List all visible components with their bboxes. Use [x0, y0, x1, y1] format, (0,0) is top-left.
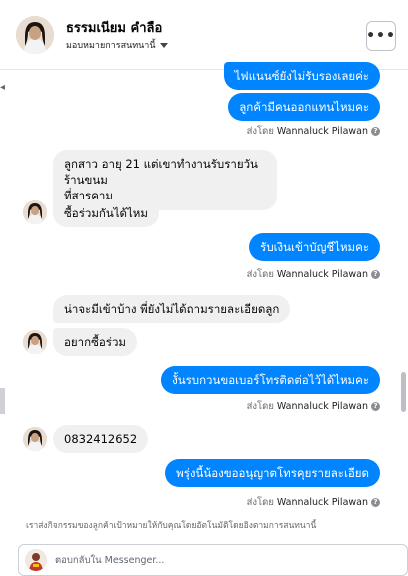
info-icon[interactable]: ? [371, 270, 380, 279]
outgoing-message: ลูกค้ามีคนออกแทนไหมคะ [228, 93, 380, 121]
chevron-down-icon [159, 42, 168, 48]
info-icon[interactable]: ? [371, 402, 380, 411]
scrollbar-thumb[interactable] [401, 372, 406, 412]
reply-composer[interactable] [18, 544, 408, 576]
page-avatar [25, 549, 47, 571]
left-arrow-icon[interactable]: ◂ [0, 82, 5, 93]
outgoing-message: ไฟแนนซ์ยังไม่รับรองเลยค่ะ [223, 62, 380, 90]
left-panel-handle[interactable] [0, 388, 5, 414]
sent-by-label: ส่งโดย Wannaluck Pilawan ? [247, 124, 380, 139]
sent-by-label: ส่งโดย Wannaluck Pilawan ? [247, 495, 380, 510]
assign-label: มอบหมายการสนทนานี้ [66, 41, 156, 51]
outgoing-message: งั้นรบกวนขอเบอร์โทรติดต่อไว้ได้ไหมคะ [161, 366, 380, 394]
conversation-header: ธรรมเนียม คำลือ มอบหมายการสนทนานี้ ••• [0, 0, 408, 70]
more-dots-icon: ••• [366, 28, 396, 44]
contact-avatar[interactable] [16, 16, 54, 54]
contact-avatar-small [23, 200, 47, 224]
lead-activity-note: เราส่งกิจกรรมของลูกค้าเป้าหมายให้กับคุณโ… [26, 521, 317, 531]
contact-avatar-small [23, 427, 47, 451]
sent-by-label: ส่งโดย Wannaluck Pilawan ? [247, 399, 380, 414]
outgoing-message: รับเงินเข้าบัญชีไหมคะ [249, 233, 380, 261]
incoming-message: 0832412652 [53, 425, 149, 453]
info-icon[interactable]: ? [371, 127, 380, 136]
reply-input[interactable] [55, 545, 395, 575]
incoming-message: น่าจะมีเข้าบ้าง พี่ยังไม่ได้ถามรายละเอีย… [53, 295, 291, 323]
contact-avatar-small [23, 330, 47, 354]
outgoing-message: พรุ่งนี้น้องขออนุญาตโทรคุยรายละเอียด [165, 459, 380, 487]
assign-conversation-dropdown[interactable]: มอบหมายการสนทนานี้ [66, 38, 168, 52]
sent-by-label: ส่งโดย Wannaluck Pilawan ? [247, 267, 380, 282]
info-icon[interactable]: ? [371, 498, 380, 507]
more-options-button[interactable]: ••• [366, 21, 396, 51]
incoming-message: ซื้อร่วมกันได้ไหม [53, 199, 159, 227]
contact-name[interactable]: ธรรมเนียม คำลือ [66, 17, 162, 38]
incoming-message: อยากซื้อร่วม [53, 328, 137, 356]
